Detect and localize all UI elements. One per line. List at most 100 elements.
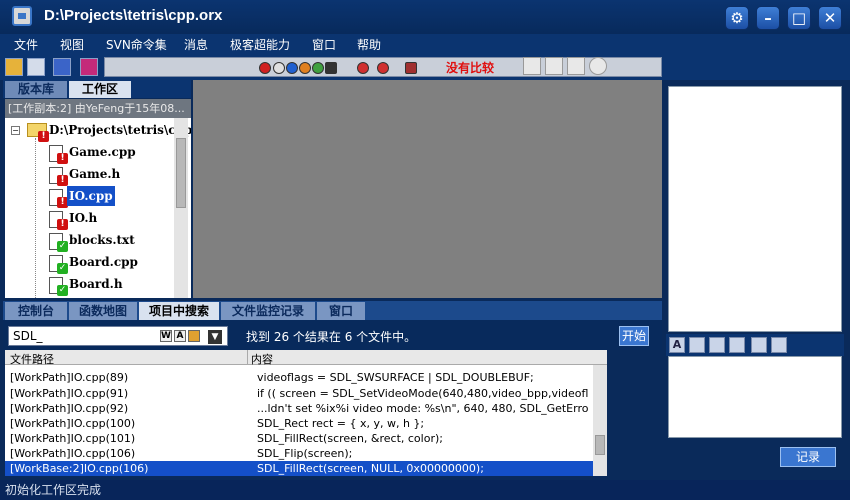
right-panel-toolbar: A: [666, 334, 844, 356]
tree-item-board-cpp[interactable]: Board.cpp: [69, 252, 138, 272]
option-icon[interactable]: [299, 62, 311, 74]
scope-icon[interactable]: [188, 330, 200, 342]
editor-area: [193, 80, 662, 298]
tab-console[interactable]: 控制台: [5, 302, 67, 320]
find-next-icon[interactable]: [377, 62, 389, 74]
layout-icon-3[interactable]: [567, 57, 585, 75]
menu-geek[interactable]: 极客超能力: [230, 36, 290, 53]
table-row[interactable]: [WorkPath]IO.cpp(100) SDL_Rect rect = { …: [5, 416, 593, 431]
record-button[interactable]: 记录: [780, 447, 836, 467]
column-header-content[interactable]: 内容: [251, 351, 273, 367]
row-path: [WorkPath]IO.cpp(89): [10, 371, 129, 384]
menu-help[interactable]: 帮助: [357, 36, 381, 53]
row-content: SDL_Rect rect = { x, y, w, h };: [257, 417, 425, 430]
filter-icon[interactable]: [80, 58, 98, 76]
menu-view[interactable]: 视图: [60, 36, 84, 53]
menu-messages[interactable]: 消息: [184, 36, 208, 53]
menu-svn[interactable]: SVN命令集: [106, 36, 167, 53]
row-content: ...ldn't set %ix%i video mode: %s\n", 64…: [257, 402, 589, 415]
camera-icon[interactable]: [709, 337, 725, 353]
toolbar: 没有比较: [0, 54, 850, 80]
attach-icon[interactable]: [771, 337, 787, 353]
collapse-icon[interactable]: −: [11, 126, 20, 135]
tab-workspace[interactable]: 工作区: [69, 81, 131, 98]
column-header-path[interactable]: 文件路径: [10, 351, 54, 367]
table-row[interactable]: [WorkPath]IO.cpp(101) SDL_FillRect(scree…: [5, 431, 593, 446]
tree-item-io-h[interactable]: IO.h: [69, 208, 97, 228]
layout-icon-2[interactable]: [545, 57, 563, 75]
table-row[interactable]: [WorkPath]IO.cpp(91) if (( screen = SDL_…: [5, 386, 593, 401]
ok-badge-icon: ✓: [57, 241, 68, 252]
left-panel-tabs: 版本库 工作区: [3, 80, 191, 98]
compare-status: 没有比较: [446, 61, 495, 75]
tree-item-io-cpp[interactable]: IO.cpp: [67, 186, 115, 206]
scroll-thumb[interactable]: [176, 138, 186, 208]
tab-project-search[interactable]: 项目中搜索: [139, 302, 219, 320]
scroll-thumb[interactable]: [595, 435, 605, 455]
tree-item-board-h[interactable]: Board.h: [69, 274, 123, 294]
title-bar: D:\Projects\tetris\cpp.orx ⚙ – □ ✕: [0, 0, 850, 34]
error-badge-icon: !: [57, 153, 68, 164]
table-row-selected[interactable]: [WorkBase:2]IO.cpp(106) SDL_FillRect(scr…: [5, 461, 593, 476]
search-bar: SDL_ W A ▼ 找到 26 个结果在 6 个文件中。 开始: [3, 320, 662, 350]
ok-badge-icon: ✓: [57, 263, 68, 274]
error-badge-icon: !: [38, 131, 49, 142]
tree-root[interactable]: D:\Projects\tetris\cpp: [49, 120, 191, 140]
tab-file-monitor[interactable]: 文件监控记录: [221, 302, 315, 320]
status-bar: 初始化工作区完成: [0, 480, 850, 500]
tab-function-map[interactable]: 函数地图: [69, 302, 137, 320]
menu-window[interactable]: 窗口: [312, 36, 336, 53]
match-case-icon[interactable]: A: [174, 330, 186, 342]
menu-file[interactable]: 文件: [14, 36, 38, 53]
tree-item-blocks-txt[interactable]: blocks.txt: [69, 230, 135, 250]
table-row[interactable]: [WorkPath]IO.cpp(92) ...ldn't set %ix%i …: [5, 401, 593, 416]
column-divider[interactable]: [247, 350, 248, 365]
word-match-icon[interactable]: [259, 62, 271, 74]
close-button[interactable]: ✕: [818, 6, 842, 30]
tree-line: [35, 138, 36, 298]
text-icon[interactable]: A: [669, 337, 685, 353]
image-icon[interactable]: [689, 337, 705, 353]
right-panel-top: [668, 86, 842, 332]
row-content: if (( screen = SDL_SetVideoMode(640,480,…: [257, 387, 589, 400]
tree-item-game-h[interactable]: Game.h: [69, 164, 120, 184]
whole-word-icon[interactable]: W: [160, 330, 172, 342]
settings-gear-icon[interactable]: ⚙: [725, 6, 749, 30]
results-scrollbar[interactable]: [593, 365, 607, 476]
file-tree: − ! D:\Projects\tetris\cpp ! Game.cpp ! …: [5, 118, 191, 298]
pin-icon[interactable]: [751, 337, 767, 353]
working-copy-info: [工作副本:2] 由YeFeng于15年08...: [5, 99, 191, 118]
dropdown-arrow-icon[interactable]: ▼: [208, 330, 222, 344]
error-badge-icon: !: [57, 219, 68, 230]
start-button[interactable]: 开始: [619, 326, 649, 346]
table-row[interactable]: [WorkPath]IO.cpp(89) videoflags = SDL_SW…: [5, 370, 593, 385]
window-icon[interactable]: [53, 58, 71, 76]
refresh-icon[interactable]: [589, 57, 607, 75]
search-document-icon[interactable]: [27, 58, 45, 76]
case-match-icon[interactable]: [273, 62, 285, 74]
table-row[interactable]: [WorkPath]IO.cpp(106) SDL_Flip(screen);: [5, 446, 593, 461]
regex-icon[interactable]: [286, 62, 298, 74]
row-path: [WorkPath]IO.cpp(92): [10, 402, 129, 415]
diff-icon[interactable]: [405, 62, 417, 74]
tree-scrollbar[interactable]: [174, 118, 188, 298]
note-input[interactable]: [668, 356, 842, 438]
error-badge-icon: !: [57, 175, 68, 186]
screenshot-icon[interactable]: [729, 337, 745, 353]
row-path: [WorkPath]IO.cpp(106): [10, 447, 136, 460]
row-content: SDL_FillRect(screen, NULL, 0x00000000);: [257, 462, 484, 475]
dropdown-icon[interactable]: [325, 62, 337, 74]
minimize-button[interactable]: –: [756, 6, 780, 30]
open-folder-icon[interactable]: [5, 58, 23, 76]
option2-icon[interactable]: [312, 62, 324, 74]
row-content: SDL_FillRect(screen, &rect, color);: [257, 432, 443, 445]
tab-repository[interactable]: 版本库: [5, 81, 67, 98]
result-summary: 找到 26 个结果在 6 个文件中。: [246, 330, 417, 344]
tab-window[interactable]: 窗口: [317, 302, 365, 320]
row-path: [WorkPath]IO.cpp(101): [10, 432, 136, 445]
app-icon: [12, 6, 32, 26]
layout-icon-1[interactable]: [523, 57, 541, 75]
maximize-button[interactable]: □: [787, 6, 811, 30]
find-prev-icon[interactable]: [357, 62, 369, 74]
tree-item-game-cpp[interactable]: Game.cpp: [69, 142, 136, 162]
